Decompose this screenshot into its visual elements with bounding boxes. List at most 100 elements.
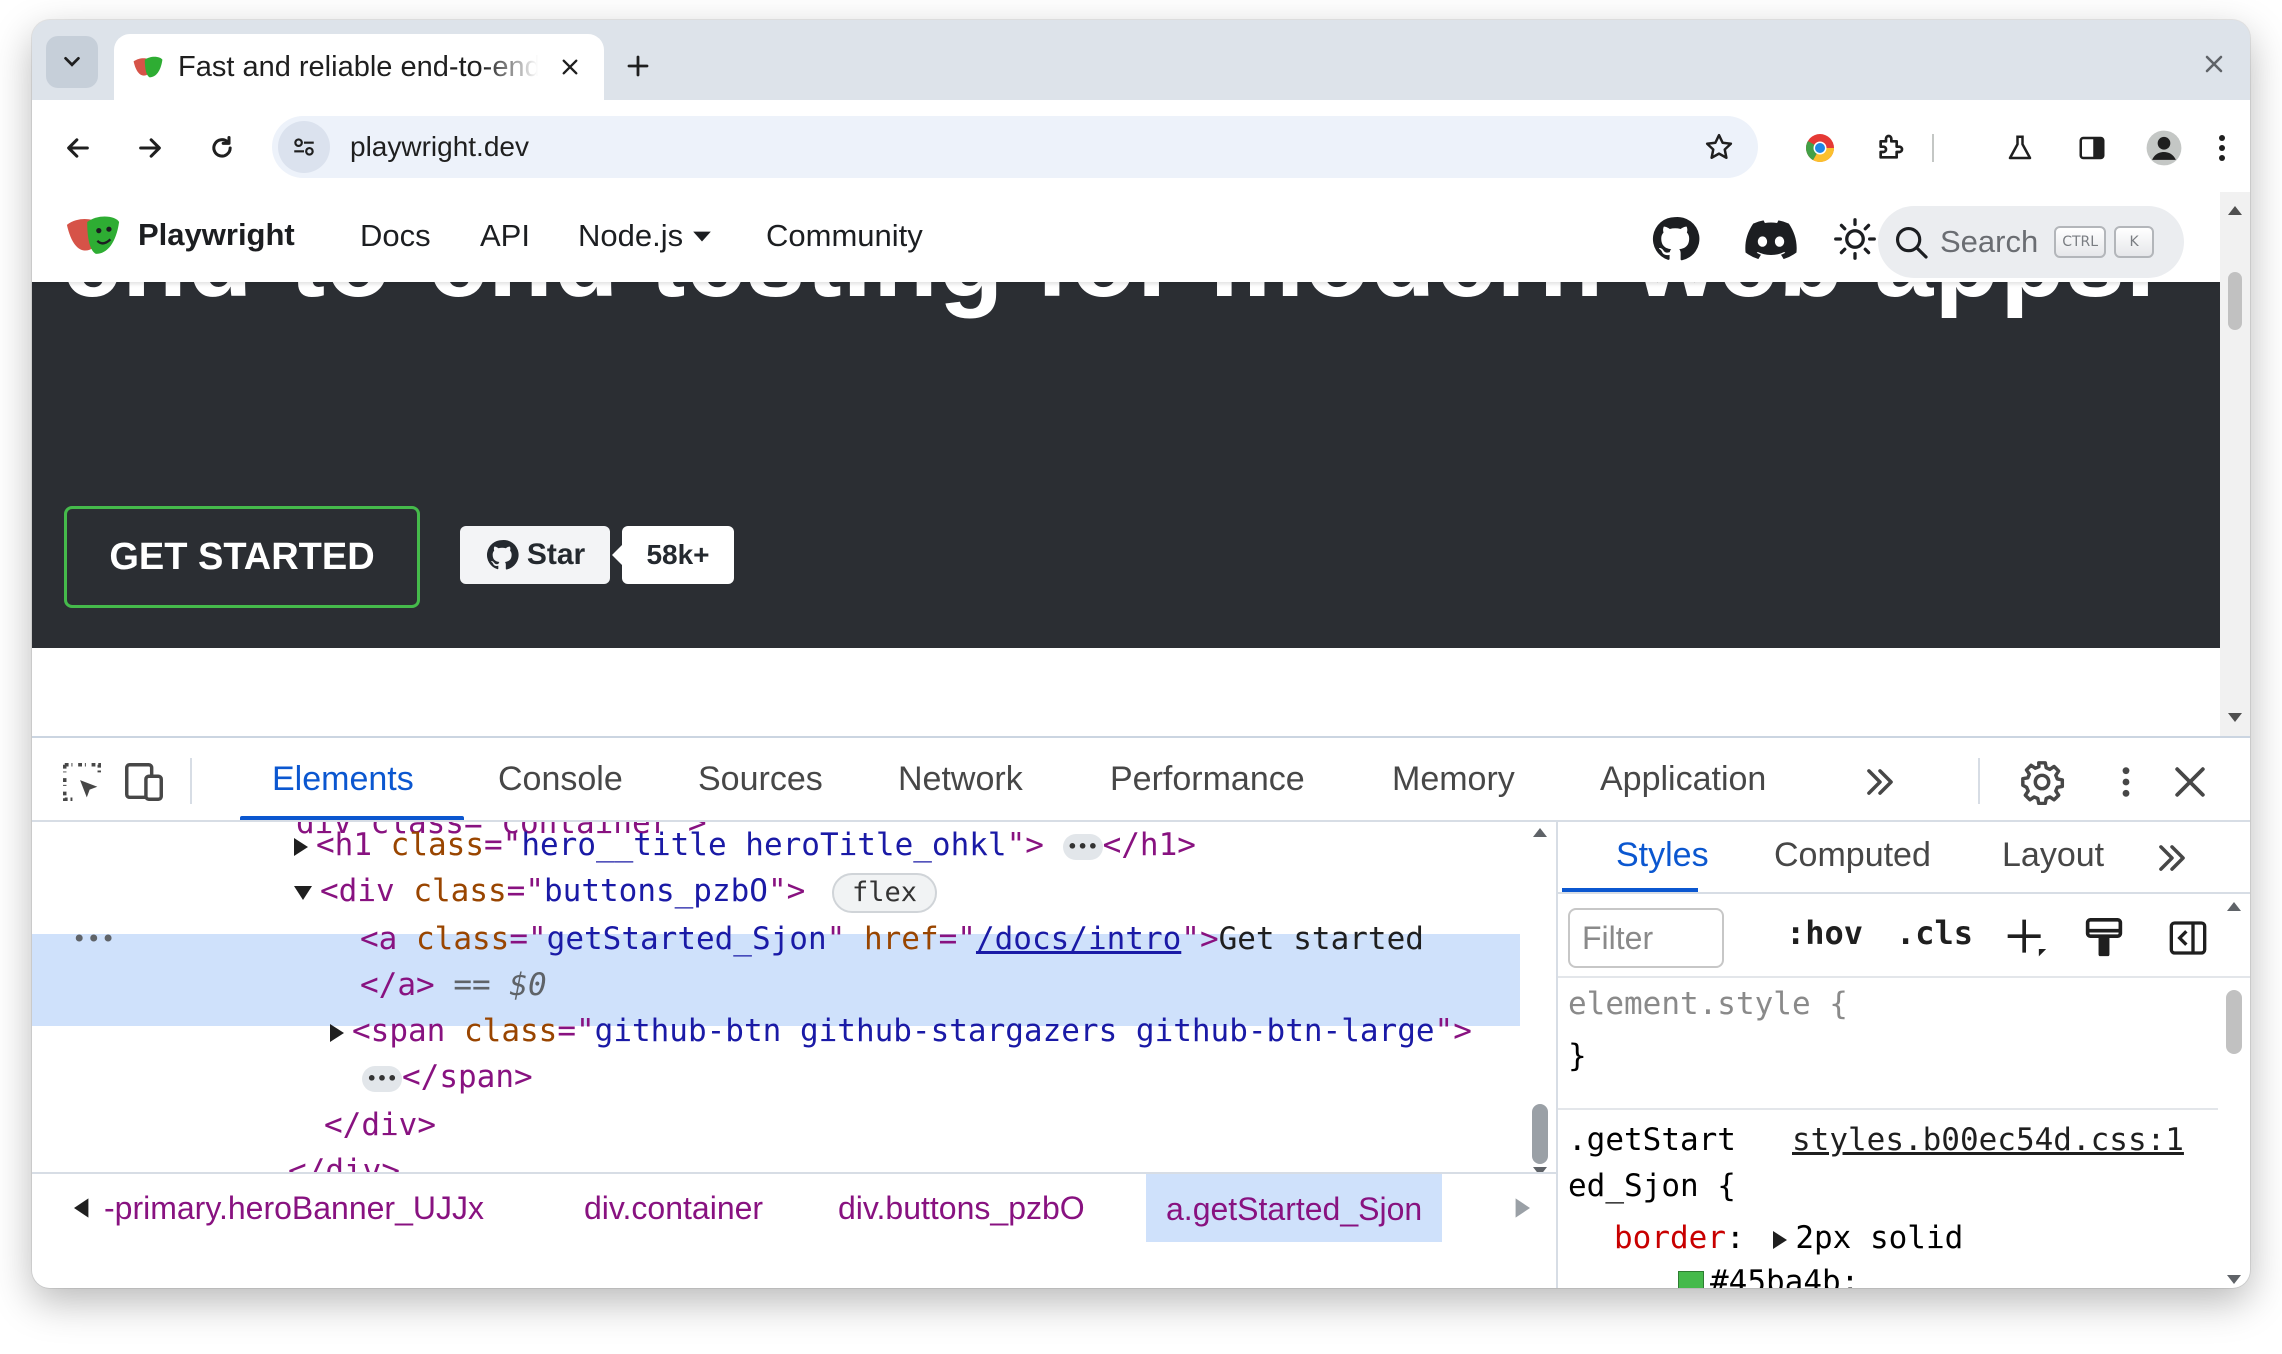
dom-node-span-github[interactable]: <span class="github-btn github-stargazer… bbox=[330, 1008, 1472, 1054]
hover-state-toggle[interactable]: :hov bbox=[1786, 914, 1863, 952]
brand-link[interactable]: Playwright bbox=[64, 210, 295, 260]
bookmark-button[interactable] bbox=[1694, 122, 1744, 172]
flex-badge[interactable]: flex bbox=[831, 872, 937, 913]
styles-scrollbar[interactable] bbox=[2218, 894, 2250, 1288]
breadcrumb-a-get-started[interactable]: a.getStarted_Sjon bbox=[1146, 1174, 1443, 1242]
side-panel-button[interactable] bbox=[2066, 122, 2118, 174]
kebab-menu-icon bbox=[2219, 135, 2225, 161]
tab-memory[interactable]: Memory bbox=[1392, 760, 1515, 799]
forward-button[interactable] bbox=[124, 122, 176, 174]
nav-dropdown-nodejs[interactable]: Node.js bbox=[578, 218, 713, 254]
extension-chrome-button[interactable] bbox=[1794, 122, 1846, 174]
github-link[interactable] bbox=[1648, 212, 1702, 266]
reload-button[interactable] bbox=[196, 122, 248, 174]
elements-scrollbar[interactable] bbox=[1524, 822, 1556, 1172]
elements-scrollbar-thumb[interactable] bbox=[1532, 1104, 1548, 1164]
new-style-rule-button[interactable] bbox=[2000, 912, 2052, 964]
tab-styles[interactable]: Styles bbox=[1616, 836, 1709, 875]
toggle-sidebar-button[interactable] bbox=[2162, 912, 2214, 964]
labs-button[interactable] bbox=[1994, 122, 2046, 174]
scroll-up-arrow-icon[interactable] bbox=[2227, 902, 2241, 911]
get-started-button[interactable]: GET STARTED bbox=[64, 506, 420, 608]
more-tabs-button[interactable] bbox=[1854, 756, 1906, 808]
back-button[interactable] bbox=[52, 122, 104, 174]
plus-icon bbox=[2007, 919, 2047, 957]
breadcrumb-div-buttons[interactable]: div.buttons_pzbO bbox=[838, 1190, 1085, 1227]
tab-performance[interactable]: Performance bbox=[1110, 760, 1305, 799]
discord-link[interactable] bbox=[1744, 212, 1798, 266]
tab-network[interactable]: Network bbox=[898, 760, 1023, 799]
tab-search-button[interactable] bbox=[46, 36, 98, 88]
tab-computed[interactable]: Computed bbox=[1774, 836, 1931, 875]
tab-console[interactable]: Console bbox=[498, 760, 623, 799]
theme-toggle-button[interactable] bbox=[1828, 212, 1882, 266]
devtools-settings-button[interactable] bbox=[2016, 756, 2068, 808]
more-style-tabs-button[interactable] bbox=[2146, 832, 2198, 884]
breadcrumb-hero-banner[interactable]: -primary.heroBanner_UJJx bbox=[104, 1190, 484, 1227]
extensions-button[interactable] bbox=[1864, 122, 1916, 174]
dom-node-a-selected[interactable]: <a class="getStarted_Sjon" href="/docs/i… bbox=[360, 916, 1424, 962]
rendering-emulation-button[interactable] bbox=[2078, 912, 2130, 964]
page-scrollbar[interactable] bbox=[2220, 192, 2250, 736]
stylesheet-source-link[interactable]: styles.b00ec54d.css:1 bbox=[1792, 1120, 2184, 1160]
devtools-close-button[interactable] bbox=[2164, 756, 2216, 808]
node-actions-ellipsis[interactable]: ••• bbox=[72, 916, 115, 962]
expand-triangle-icon[interactable] bbox=[330, 1023, 344, 1042]
breadcrumb-scroll-left[interactable] bbox=[56, 1174, 108, 1242]
style-color-value[interactable]: #45ba4b; bbox=[1678, 1262, 1859, 1288]
elements-tree[interactable]: div class= container > <h1 class="hero__… bbox=[32, 822, 1556, 1172]
chrome-extension-icon bbox=[1806, 134, 1834, 162]
tab-close-button[interactable] bbox=[554, 51, 586, 83]
tab-application[interactable]: Application bbox=[1600, 760, 1766, 799]
tab-layout[interactable]: Layout bbox=[2002, 836, 2104, 875]
nav-link-docs[interactable]: Docs bbox=[360, 218, 431, 254]
new-tab-button[interactable] bbox=[614, 42, 662, 90]
inspect-element-button[interactable] bbox=[56, 756, 108, 808]
devtools-menu-button[interactable] bbox=[2100, 756, 2152, 808]
tab-sources[interactable]: Sources bbox=[698, 760, 823, 799]
style-property-border[interactable]: border: 2px solid bbox=[1614, 1218, 1963, 1258]
collapsed-children-ellipsis[interactable]: ••• bbox=[1062, 833, 1103, 860]
sun-icon bbox=[1834, 218, 1876, 260]
color-swatch[interactable] bbox=[1678, 1270, 1704, 1288]
address-bar[interactable]: playwright.dev bbox=[272, 116, 1758, 178]
nav-link-api[interactable]: API bbox=[480, 218, 530, 254]
search-button[interactable]: Search CTRL K bbox=[1878, 206, 2184, 278]
inspect-cursor-icon bbox=[63, 763, 101, 801]
arrow-right-icon bbox=[139, 138, 161, 158]
dom-node-h1[interactable]: <h1 class="hero__title heroTitle_ohkl"> … bbox=[294, 822, 1196, 868]
scroll-down-arrow-icon[interactable] bbox=[2227, 1275, 2241, 1284]
site-info-button[interactable] bbox=[278, 121, 330, 173]
scroll-up-arrow-icon[interactable] bbox=[1533, 828, 1547, 837]
site-navbar: Playwright Docs API Node.js Community Se… bbox=[32, 192, 2220, 282]
close-icon bbox=[2175, 767, 2205, 797]
scroll-up-arrow-icon[interactable] bbox=[2228, 206, 2242, 215]
collapsed-children-ellipsis[interactable]: ••• bbox=[362, 1065, 402, 1092]
tab-strip: Fast and reliable end-to-end testing for… bbox=[32, 20, 2250, 100]
scroll-down-arrow-icon[interactable] bbox=[2228, 713, 2242, 722]
rule-selector-line2[interactable]: ed_Sjon { bbox=[1568, 1166, 1736, 1206]
element-style-selector[interactable]: element.style { bbox=[1568, 984, 1848, 1024]
class-toggle[interactable]: .cls bbox=[1896, 914, 1973, 952]
tab-elements[interactable]: Elements bbox=[272, 760, 414, 799]
breadcrumb-div-container[interactable]: div.container bbox=[584, 1190, 763, 1227]
styles-filter-input[interactable]: Filter bbox=[1568, 908, 1724, 968]
breadcrumb-scroll-right[interactable] bbox=[1496, 1174, 1548, 1242]
nav-link-community[interactable]: Community bbox=[766, 218, 923, 254]
dom-node-div-buttons[interactable]: <div class="buttons_pzbO"> flex bbox=[294, 868, 937, 914]
page-scrollbar-thumb[interactable] bbox=[2228, 272, 2242, 330]
expand-triangle-icon[interactable] bbox=[1773, 1230, 1788, 1249]
window-close-button[interactable] bbox=[2192, 42, 2236, 86]
github-star-count[interactable]: 58k+ bbox=[612, 526, 734, 584]
collapse-triangle-icon[interactable] bbox=[294, 885, 312, 900]
profile-button[interactable] bbox=[2138, 122, 2190, 174]
expand-triangle-icon[interactable] bbox=[294, 837, 308, 856]
browser-tab-active[interactable]: Fast and reliable end-to-end testing for… bbox=[114, 34, 604, 100]
href-link[interactable]: /docs/intro bbox=[976, 921, 1181, 957]
styles-scrollbar-thumb[interactable] bbox=[2226, 990, 2242, 1054]
url-text[interactable]: playwright.dev bbox=[350, 131, 529, 163]
github-star-button[interactable]: Star bbox=[460, 526, 610, 584]
rule-selector-line1[interactable]: .getStart bbox=[1568, 1120, 1736, 1160]
device-toolbar-button[interactable] bbox=[118, 756, 170, 808]
browser-menu-button[interactable] bbox=[2196, 122, 2248, 174]
